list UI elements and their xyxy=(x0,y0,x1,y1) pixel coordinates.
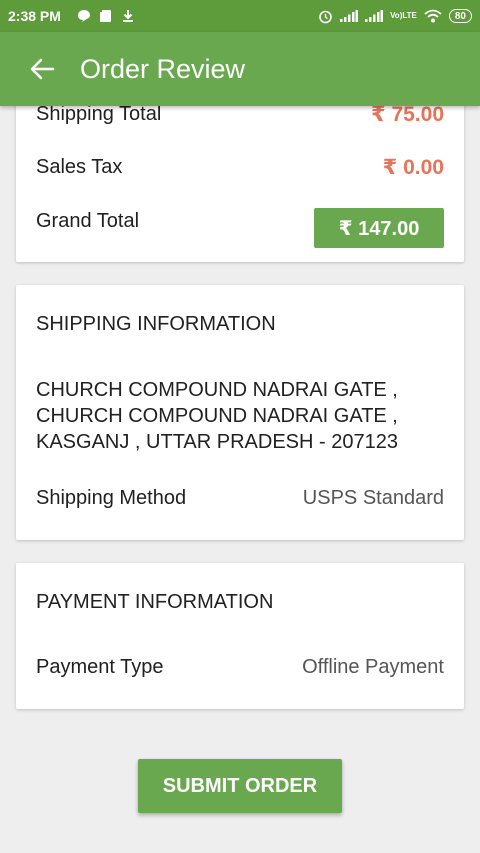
shipping-method-row: Shipping Method USPS Standard xyxy=(36,487,444,510)
payment-type-row: Payment Type Offline Payment xyxy=(36,656,444,679)
battery-indicator: 80 xyxy=(448,9,472,23)
signal-icon xyxy=(340,10,359,22)
shipping-information-card: SHIPPING INFORMATION CHURCH COMPOUND NAD… xyxy=(16,285,464,540)
sales-tax-label: Sales Tax xyxy=(36,156,123,178)
status-time: 2:38 PM xyxy=(8,8,61,24)
grand-total-label: Grand Total xyxy=(36,210,140,232)
shipping-total-label: Shipping Total xyxy=(36,103,162,125)
sales-tax-value: ₹ 0.00 xyxy=(382,156,444,179)
shipping-information-heading: SHIPPING INFORMATION xyxy=(36,313,276,335)
wifi-icon xyxy=(424,9,442,23)
page-title: Order Review xyxy=(80,53,246,84)
clipboard-icon xyxy=(99,9,113,23)
grand-total-row: Grand Total ₹ 147.00 xyxy=(36,208,444,248)
address-line: CHURCH COMPOUND NADRAI GATE , xyxy=(36,405,398,427)
address-line: CHURCH COMPOUND NADRAI GATE , xyxy=(36,379,398,401)
download-icon xyxy=(121,9,135,23)
app-bar: Order Review xyxy=(0,32,480,106)
chat-bubble-icon xyxy=(77,9,91,23)
payment-type-value: Offline Payment xyxy=(302,656,444,678)
order-totals-card: Shipping Total ₹ 75.00 Sales Tax ₹ 0.00 … xyxy=(16,90,464,262)
arrow-left-icon xyxy=(30,58,55,80)
shipping-method-value: USPS Standard xyxy=(302,487,444,509)
grand-total-value: ₹ 147.00 xyxy=(314,208,444,248)
signal-icon xyxy=(365,10,384,22)
sales-tax-row: Sales Tax ₹ 0.00 xyxy=(36,155,444,180)
shipping-method-label: Shipping Method xyxy=(36,487,187,509)
payment-information-card: PAYMENT INFORMATION Payment Type Offline… xyxy=(16,563,464,709)
payment-type-label: Payment Type xyxy=(36,656,164,678)
submit-order-button[interactable]: SUBMIT ORDER xyxy=(138,759,342,813)
address-line: KASGANJ , UTTAR PRADESH - 207123 xyxy=(36,431,398,453)
payment-information-heading: PAYMENT INFORMATION xyxy=(36,591,274,613)
alarm-icon xyxy=(318,9,333,24)
back-button[interactable] xyxy=(18,45,66,93)
status-bar: 2:38 PM Vo) LTE 80 xyxy=(0,0,480,32)
shipping-address: CHURCH COMPOUND NADRAI GATE , CHURCH COM… xyxy=(36,377,444,455)
volte-indicator: Vo) LTE xyxy=(390,11,417,20)
